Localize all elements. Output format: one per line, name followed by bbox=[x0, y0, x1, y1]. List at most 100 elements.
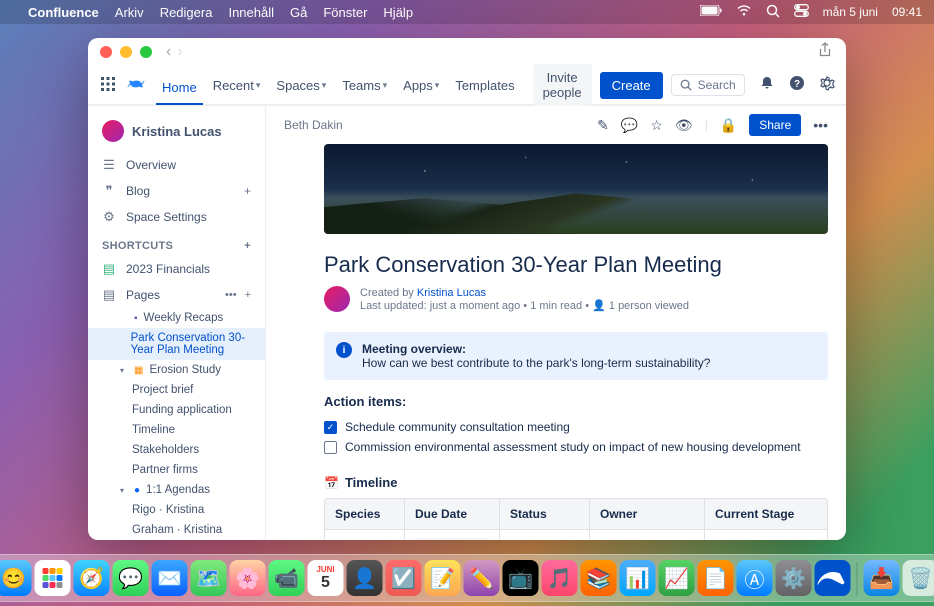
search-input[interactable]: Search bbox=[671, 74, 745, 96]
dock-separator bbox=[857, 562, 858, 596]
invite-button[interactable]: Invite people bbox=[533, 64, 592, 106]
nav-home[interactable]: Home bbox=[156, 76, 203, 105]
breadcrumb-author[interactable]: Beth Dakin bbox=[284, 118, 343, 132]
menubar-redigera[interactable]: Redigera bbox=[160, 5, 213, 20]
tree-project-brief[interactable]: Project brief bbox=[88, 380, 265, 400]
add-blog-icon[interactable]: + bbox=[244, 184, 251, 198]
calendar-icon[interactable]: JUNI5 bbox=[308, 560, 344, 596]
col-due: Due Date bbox=[405, 499, 500, 529]
page-byline: Created by Kristina Lucas Last updated: … bbox=[324, 286, 828, 312]
checkbox-1[interactable]: ✓ bbox=[324, 421, 337, 434]
forward-button[interactable]: › bbox=[177, 43, 182, 61]
messages-icon[interactable]: 💬 bbox=[113, 560, 149, 596]
lock-icon[interactable]: 🔒 bbox=[720, 117, 737, 134]
music-icon[interactable]: 🎵 bbox=[542, 560, 578, 596]
tree-rigo[interactable]: Rigo · Kristina bbox=[88, 500, 265, 520]
menubar-innehall[interactable]: Innehåll bbox=[228, 5, 274, 20]
photos-icon[interactable]: 🌸 bbox=[230, 560, 266, 596]
help-icon[interactable]: ? bbox=[789, 75, 805, 95]
nav-templates[interactable]: Templates bbox=[449, 74, 520, 97]
author-link[interactable]: Kristina Lucas bbox=[417, 287, 486, 299]
tree-erosion[interactable]: ▾▦Erosion Study bbox=[88, 360, 265, 380]
mail-icon[interactable]: ✉️ bbox=[152, 560, 188, 596]
search-placeholder: Search bbox=[698, 78, 736, 92]
add-shortcut-icon[interactable]: + bbox=[244, 240, 251, 252]
confluence-logo-icon[interactable] bbox=[126, 74, 146, 97]
menubar-app[interactable]: Confluence bbox=[28, 5, 99, 20]
sidebar-overview[interactable]: ☰Overview bbox=[88, 152, 265, 178]
tree-park-plan[interactable]: Park Conservation 30-Year Plan Meeting bbox=[88, 328, 265, 360]
pages-tree-toggle[interactable]: ▤Pages bbox=[88, 282, 225, 308]
tree-partners[interactable]: Partner firms bbox=[88, 460, 265, 480]
launchpad-icon[interactable] bbox=[35, 560, 71, 596]
create-button[interactable]: Create bbox=[600, 72, 663, 99]
tree-funding[interactable]: Funding application bbox=[88, 400, 265, 420]
pages-icon[interactable]: 📄 bbox=[698, 560, 734, 596]
window-titlebar: ‹ › bbox=[88, 38, 846, 66]
tree-agendas[interactable]: ▾●1:1 Agendas bbox=[88, 480, 265, 500]
menubar-fonster[interactable]: Fönster bbox=[323, 5, 367, 20]
info-body: How can we best contribute to the park's… bbox=[362, 356, 710, 370]
safari-icon[interactable]: 🧭 bbox=[74, 560, 110, 596]
comment-icon[interactable]: 💬 bbox=[621, 117, 638, 134]
notifications-icon[interactable] bbox=[759, 75, 775, 95]
menubar-arkiv[interactable]: Arkiv bbox=[115, 5, 144, 20]
more-actions-icon[interactable]: ••• bbox=[813, 117, 828, 133]
numbers-icon[interactable]: 📈 bbox=[659, 560, 695, 596]
pages-more-icon[interactable]: ••• bbox=[225, 289, 237, 301]
nav-teams[interactable]: Teams▾ bbox=[336, 74, 393, 97]
sidebar-settings[interactable]: ⚙Space Settings bbox=[88, 204, 265, 230]
tree-graham[interactable]: Graham · Kristina bbox=[88, 520, 265, 540]
watch-icon[interactable]: 👁 bbox=[675, 117, 693, 134]
books-icon[interactable]: 📚 bbox=[581, 560, 617, 596]
menubar-hjalp[interactable]: Hjälp bbox=[383, 5, 413, 20]
star-icon[interactable]: ☆ bbox=[650, 117, 663, 134]
zoom-button[interactable] bbox=[140, 46, 152, 58]
nav-spaces[interactable]: Spaces▾ bbox=[270, 74, 332, 97]
tree-weekly-recaps[interactable]: ▪Weekly Recaps bbox=[88, 308, 265, 328]
close-button[interactable] bbox=[100, 46, 112, 58]
chevron-down-icon: ▾ bbox=[322, 80, 327, 91]
minimize-button[interactable] bbox=[120, 46, 132, 58]
edit-icon[interactable]: ✎ bbox=[597, 117, 609, 134]
spotlight-icon[interactable] bbox=[766, 4, 780, 21]
back-button[interactable]: ‹ bbox=[166, 43, 171, 61]
reminders-icon[interactable]: ☑️ bbox=[386, 560, 422, 596]
nav-apps[interactable]: Apps▾ bbox=[397, 74, 445, 97]
freeform-icon[interactable]: ✏️ bbox=[464, 560, 500, 596]
menubar-ga[interactable]: Gå bbox=[290, 5, 307, 20]
menubar-time[interactable]: 09:41 bbox=[892, 5, 922, 19]
keynote-icon[interactable]: 📊 bbox=[620, 560, 656, 596]
nav-recent[interactable]: Recent▾ bbox=[207, 74, 267, 97]
downloads-icon[interactable]: 📥 bbox=[864, 560, 900, 596]
tree-stakeholders[interactable]: Stakeholders bbox=[88, 440, 265, 460]
app-switcher-icon[interactable] bbox=[100, 76, 116, 95]
checkbox-2[interactable] bbox=[324, 441, 337, 454]
control-center-icon[interactable] bbox=[794, 4, 809, 20]
titlebar-share-icon[interactable] bbox=[818, 42, 832, 63]
contacts-icon[interactable]: 👤 bbox=[347, 560, 383, 596]
author-avatar-icon[interactable] bbox=[324, 286, 350, 312]
settings-icon[interactable] bbox=[819, 75, 835, 95]
chevron-down-icon[interactable]: ▾ bbox=[120, 366, 128, 375]
sidebar-blog[interactable]: ❞Blog+ bbox=[88, 178, 265, 204]
facetime-icon[interactable]: 📹 bbox=[269, 560, 305, 596]
finder-icon[interactable]: 😊 bbox=[0, 560, 32, 596]
battery-icon[interactable] bbox=[700, 5, 722, 19]
system-settings-icon[interactable]: ⚙️ bbox=[776, 560, 812, 596]
confluence-dock-icon[interactable] bbox=[815, 560, 851, 596]
space-header[interactable]: Kristina Lucas bbox=[88, 116, 265, 152]
maps-icon[interactable]: 🗺️ bbox=[191, 560, 227, 596]
notes-icon[interactable]: 📝 bbox=[425, 560, 461, 596]
tree-timeline[interactable]: Timeline bbox=[88, 420, 265, 440]
add-page-icon[interactable]: + bbox=[245, 289, 251, 301]
wifi-icon[interactable] bbox=[736, 5, 752, 20]
chevron-down-icon[interactable]: ▾ bbox=[120, 486, 128, 495]
shortcut-financials[interactable]: ▤2023 Financials bbox=[88, 256, 265, 282]
tv-icon[interactable]: 📺 bbox=[503, 560, 539, 596]
menubar-date[interactable]: mån 5 juni bbox=[823, 5, 878, 19]
trash-icon[interactable]: 🗑️ bbox=[903, 560, 934, 596]
appstore-icon[interactable]: Ⓐ bbox=[737, 560, 773, 596]
page-icon: ▪ bbox=[134, 313, 138, 324]
share-button[interactable]: Share bbox=[749, 114, 801, 136]
